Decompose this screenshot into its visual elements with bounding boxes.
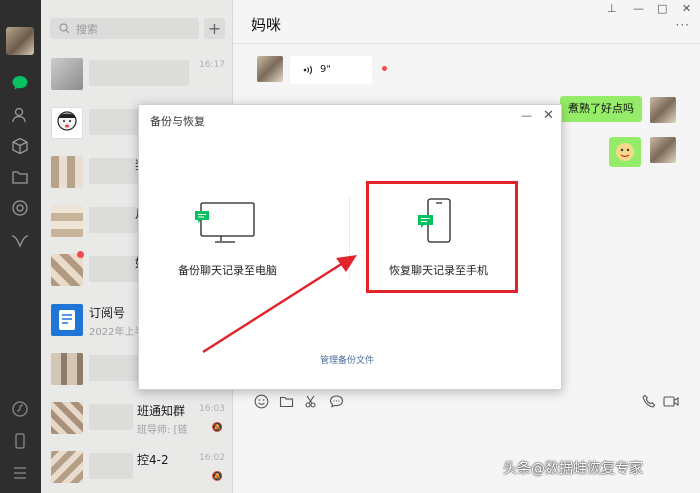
contact-avatar [51, 353, 83, 385]
contact-avatar [51, 402, 83, 434]
item-subtitle: 班导师: [链 [137, 425, 188, 436]
item-name: 订阅号 [89, 306, 126, 320]
item-time: 16:03 [199, 404, 225, 414]
maximize-button[interactable]: □ [657, 2, 667, 15]
speech-icon[interactable] [328, 393, 344, 409]
search-placeholder: 搜索 [76, 23, 98, 36]
call-icon[interactable] [641, 393, 657, 409]
header-divider [233, 43, 700, 44]
list-item[interactable]: 班通知群 班导师: [链 16:03 🔕 [41, 394, 233, 443]
backup-to-pc-option[interactable]: 备份聊天记录至电脑 [178, 262, 277, 278]
voice-message[interactable]: 9" [290, 56, 372, 84]
list-item[interactable]: 16:17 [41, 50, 233, 99]
voice-icon [303, 65, 313, 75]
watermark: 头条@数据蛙恢复专家 [503, 461, 643, 477]
dialog-title: 备份与恢复 [150, 115, 205, 128]
contact-avatar [51, 254, 83, 286]
user-avatar[interactable] [6, 27, 34, 55]
blurred-preview [89, 453, 133, 479]
chat-icon[interactable] [9, 72, 31, 94]
mini-program-icon[interactable] [9, 398, 31, 420]
sender-avatar[interactable] [257, 56, 283, 82]
menu-icon[interactable] [9, 462, 31, 484]
phone-icon[interactable] [9, 430, 31, 452]
sticker-message[interactable] [609, 137, 641, 167]
contact-avatar [51, 58, 83, 90]
dialog-minimize-button[interactable]: — [521, 109, 532, 122]
item-name: 控4-2 [137, 453, 169, 467]
search-icon [59, 23, 70, 34]
moments-icon[interactable] [9, 197, 31, 219]
my-avatar[interactable] [650, 137, 676, 163]
item-name: 班通知群 [137, 404, 186, 418]
scissors-icon[interactable] [303, 393, 319, 409]
backup-restore-dialog: 备份与恢复 — ✕ 备份聊天记录至电脑 恢复聊天记录至手机 管理备份文件 [138, 104, 562, 390]
mute-icon: 🔕 [211, 472, 223, 482]
contacts-icon[interactable] [9, 104, 31, 126]
voice-duration: 9" [320, 64, 331, 75]
contact-avatar [51, 451, 83, 483]
unread-dot [77, 251, 84, 258]
dialog-close-button[interactable]: ✕ [543, 108, 554, 123]
option-divider [349, 197, 350, 279]
folder-icon[interactable] [9, 166, 31, 188]
blurred-preview [89, 404, 133, 430]
more-icon[interactable]: ··· [676, 18, 690, 32]
restore-to-phone-option[interactable]: 恢复聊天记录至手机 [389, 262, 488, 278]
search-input[interactable]: 搜索 [50, 18, 199, 39]
video-icon[interactable] [663, 393, 679, 409]
cube-icon[interactable] [9, 135, 31, 157]
item-time: 16:17 [199, 60, 225, 70]
sent-message[interactable]: 煮熟了好点吗 [560, 96, 642, 122]
blurred-preview [89, 60, 189, 86]
add-button[interactable]: + [204, 18, 225, 39]
file-icon[interactable] [278, 393, 294, 409]
mute-icon: 🔕 [211, 423, 223, 433]
contact-avatar [51, 107, 83, 139]
contact-avatar [51, 156, 83, 188]
close-button[interactable]: ✕ [682, 2, 691, 15]
my-avatar[interactable] [650, 97, 676, 123]
manage-backup-link[interactable]: 管理备份文件 [320, 353, 374, 366]
nav-sidebar [0, 0, 41, 493]
emoji-icon[interactable] [253, 393, 269, 409]
monitor-icon[interactable] [191, 201, 257, 249]
chat-title: 妈咪 [251, 16, 282, 34]
unplayed-dot [382, 66, 387, 71]
subscription-icon [51, 304, 83, 336]
pin-icon[interactable]: ⊥ [607, 2, 617, 15]
item-time: 16:02 [199, 453, 225, 463]
list-item[interactable]: 控4-2 16:02 🔕 [41, 443, 233, 492]
item-subtitle: 2022年上半 [89, 327, 145, 338]
contact-avatar [51, 205, 83, 237]
mobile-phone-icon[interactable] [415, 197, 455, 253]
minimize-button[interactable]: — [633, 2, 644, 15]
channels-icon[interactable] [9, 230, 31, 252]
